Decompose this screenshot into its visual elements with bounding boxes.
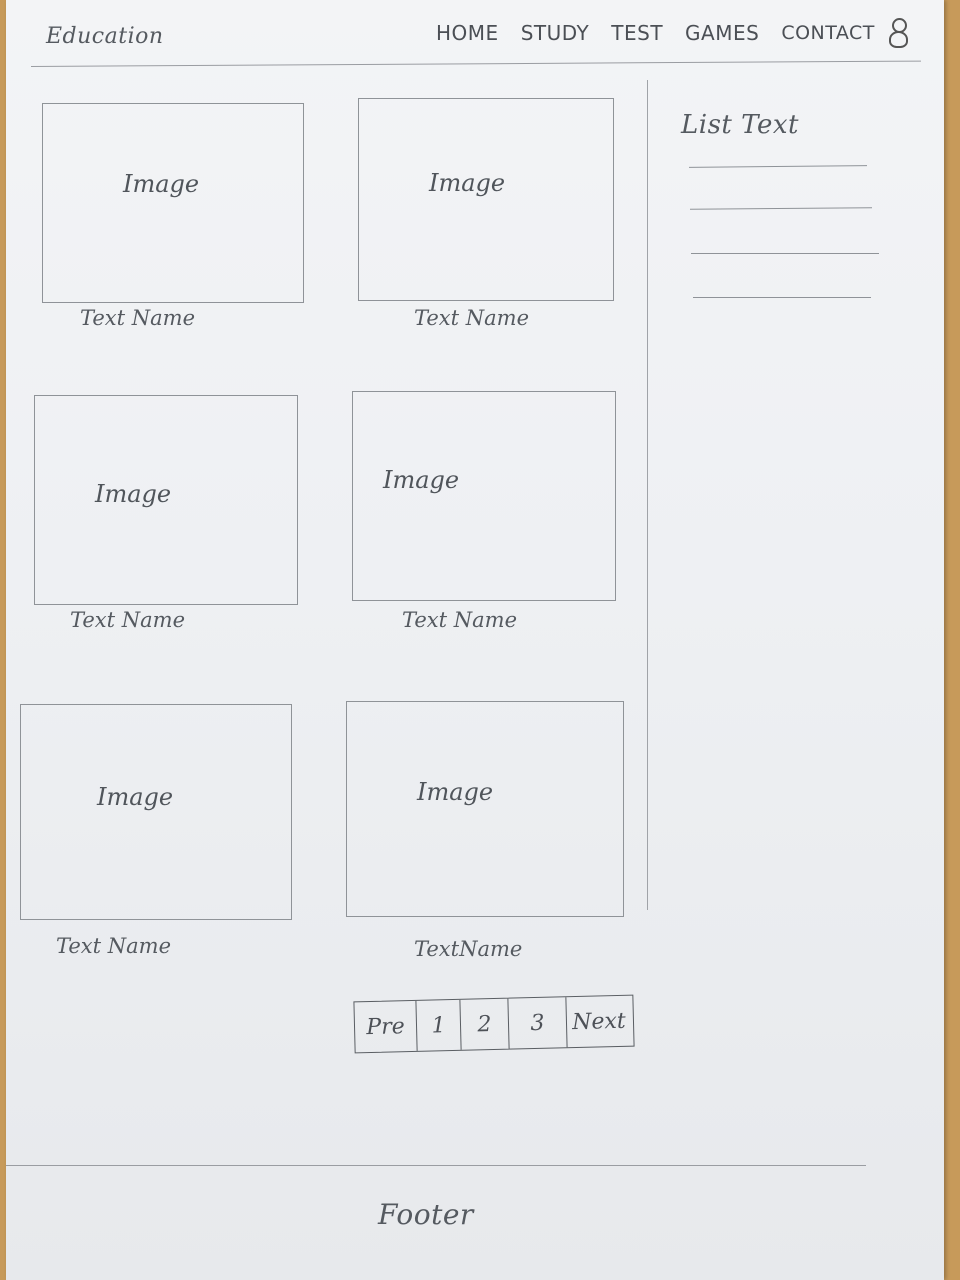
card-image-placeholder[interactable]: Image [34, 395, 298, 605]
card-title[interactable]: Text Name [70, 608, 185, 632]
header-divider [30, 60, 921, 67]
card-image-placeholder[interactable]: Image [358, 98, 614, 301]
card-image-placeholder[interactable]: Image [352, 391, 616, 601]
card-title[interactable]: Text Name [414, 306, 529, 330]
card-image-placeholder[interactable]: Image [346, 701, 624, 917]
list-item[interactable] [688, 165, 868, 168]
list-item[interactable] [693, 297, 871, 298]
image-label: Image [123, 170, 200, 198]
nav-test[interactable]: TEST [611, 21, 663, 45]
user-icon-body [888, 31, 908, 48]
nav-home[interactable]: HOME [436, 21, 499, 45]
image-label: Image [429, 169, 506, 197]
card-title[interactable]: TextName [414, 937, 522, 961]
nav-study[interactable]: STUDY [521, 21, 590, 45]
pagination-next-button[interactable]: Next [566, 996, 631, 1048]
sidebar-list-title: List Text [681, 110, 799, 140]
pagination-page-2[interactable]: 2 [460, 998, 510, 1050]
content-sidebar-divider [647, 80, 648, 910]
user-icon[interactable] [887, 18, 909, 48]
image-label: Image [95, 480, 172, 508]
card-title[interactable]: Text Name [402, 608, 517, 632]
nav-games[interactable]: GAMES [685, 21, 759, 45]
image-label: Image [417, 778, 494, 806]
footer: Footer [378, 1198, 474, 1231]
card-image-placeholder[interactable]: Image [20, 704, 292, 920]
footer-divider [6, 1165, 866, 1166]
card-title[interactable]: Text Name [56, 934, 171, 958]
image-label: Image [97, 783, 174, 811]
pagination: Pre 1 2 3 Next [353, 994, 635, 1054]
paper-sheet: Education HOME STUDY TEST GAMES CONTACT … [6, 0, 944, 1280]
nav-contact[interactable]: CONTACT [781, 22, 875, 44]
card-title[interactable]: Text Name [80, 306, 195, 330]
pagination-prev-button[interactable]: Pre [354, 1000, 418, 1053]
main-nav: HOME STUDY TEST GAMES CONTACT [436, 18, 909, 48]
card-image-placeholder[interactable]: Image [42, 103, 304, 303]
pagination-page-1[interactable]: 1 [416, 999, 462, 1051]
list-item[interactable] [691, 253, 879, 254]
brand-logo[interactable]: Education [46, 24, 164, 49]
list-item[interactable] [689, 207, 873, 210]
pagination-page-3[interactable]: 3 [508, 997, 568, 1049]
image-label: Image [383, 466, 460, 494]
